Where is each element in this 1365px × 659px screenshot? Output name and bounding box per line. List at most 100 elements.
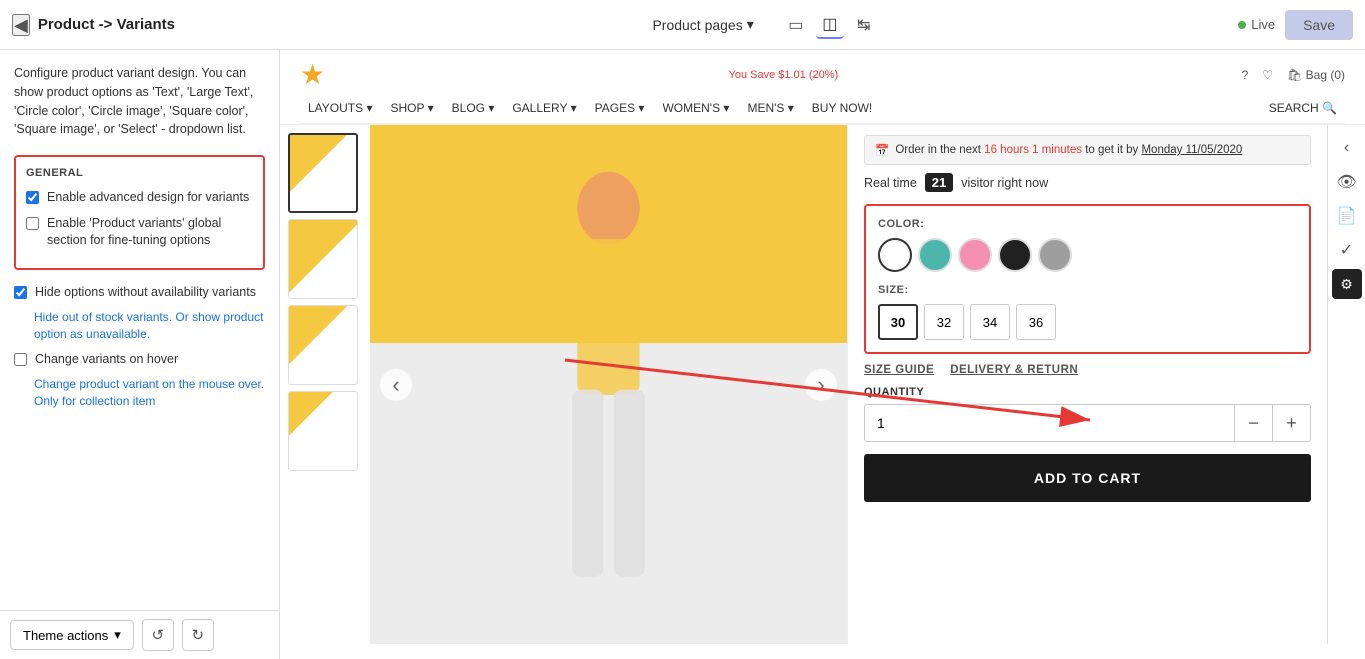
hide-options-row: Hide options without availability varian… [14,284,265,343]
theme-actions-dropdown-icon: ▾ [114,627,121,643]
top-bar-left: ◀ Product -> Variants [12,14,292,36]
global-section-label: Enable 'Product variants' global section… [47,215,253,250]
toggle-panel-icon[interactable]: ‹ [1332,133,1362,163]
delivery-date: Monday 11/05/2020 [1141,144,1242,156]
nav-pages[interactable]: PAGES ▾ [587,97,653,119]
device-icons: ▭ ◫ ↹ [782,11,878,39]
canvas-frame: ★ You Save $1.01 (20%) ? ♡ 🛍 Bag (0) LAY… [280,50,1365,659]
sidebar-bottom: Theme actions ▾ ↺ ↻ [0,610,279,659]
wishlist-icon[interactable]: ♡ [1262,68,1273,82]
page-icon[interactable]: 📄 [1332,201,1362,231]
desktop-icon[interactable]: ◫ [816,11,844,39]
thumbnail-4[interactable] [288,391,358,471]
realtime-label: Real time [864,176,917,190]
delivery-return-link[interactable]: DELIVERY & RETURN [950,364,1078,376]
product-pages-dropdown[interactable]: Product pages ▾ [652,16,753,33]
variant-box: COLOR: SIZE: 30 32 34 [864,204,1311,354]
change-variants-label: Change variants on hover [35,351,178,369]
settings-icon[interactable]: ⚙ [1332,269,1362,299]
size-label: SIZE: [878,284,1297,296]
redo-button[interactable]: ↻ [182,619,214,651]
calendar-icon: 📅 [875,143,889,157]
theme-actions-label: Theme actions [23,628,108,643]
change-subtext: Change product variant on the mouse over… [34,376,265,410]
checkbox-row-2: Enable 'Product variants' global section… [26,215,253,250]
mobile-icon[interactable]: ▭ [782,11,810,39]
top-bar: ◀ Product -> Variants Product pages ▾ ▭ … [0,0,1365,50]
right-panel: ‹ 👁 📄 ✓ ⚙ [1327,125,1365,644]
nav-shop[interactable]: SHOP ▾ [382,97,441,119]
quantity-increase[interactable]: + [1272,405,1310,441]
size-34[interactable]: 34 [970,304,1010,340]
hide-options-checkbox[interactable] [14,286,27,299]
add-to-cart-button[interactable]: ADD TO CART [864,454,1311,502]
thumbnail-2[interactable] [288,219,358,299]
nav-layouts[interactable]: LAYOUTS ▾ [300,97,380,119]
global-section-checkbox[interactable] [26,217,39,230]
hide-options-label: Hide options without availability varian… [35,284,256,302]
sidebar: Configure product variant design. You ca… [0,50,280,659]
general-label: GENERAL [26,167,253,179]
nav-gallery[interactable]: GALLERY ▾ [504,97,584,119]
save-button[interactable]: Save [1285,10,1353,40]
eye-icon[interactable]: 👁 [1332,167,1362,197]
back-button[interactable]: ◀ [12,14,30,36]
nav-search[interactable]: SEARCH 🔍 [1261,97,1345,119]
quantity-decrease[interactable]: − [1234,405,1272,441]
size-30[interactable]: 30 [878,304,918,340]
thumbnail-3[interactable] [288,305,358,385]
bag-label: Bag (0) [1306,68,1345,82]
nav-mens[interactable]: MEN'S ▾ [739,97,801,119]
nav-buynow[interactable]: BUY NOW! [804,97,880,119]
checkbox-row-1: Enable advanced design for variants [26,189,253,207]
check-icon[interactable]: ✓ [1332,235,1362,265]
product-thumbnails [280,125,370,644]
bag-icon[interactable]: 🛍 Bag (0) [1287,68,1345,82]
size-options: 30 32 34 36 [878,304,1297,340]
quantity-input[interactable] [865,407,1234,439]
delivery-banner: 📅 Order in the next 16 hours 1 minutes t… [864,135,1311,165]
store-promo: You Save $1.01 (20%) [325,69,1242,81]
delivery-time: 16 hours 1 minutes [984,144,1082,156]
sidebar-description: Configure product variant design. You ca… [14,64,265,139]
change-variants-checkbox[interactable] [14,353,27,366]
color-label: COLOR: [878,218,1297,230]
help-icon[interactable]: ? [1242,68,1249,82]
thumbnail-1[interactable] [288,133,358,213]
enable-advanced-checkbox[interactable] [26,191,39,204]
enable-advanced-label: Enable advanced design for variants [47,189,249,207]
store-logo: ★ [300,58,325,91]
color-swatch-black[interactable] [998,238,1032,272]
breadcrumb-title: Product -> Variants [38,16,175,33]
live-label: Live [1251,17,1275,32]
nav-blog[interactable]: BLOG ▾ [444,97,503,119]
top-bar-center: Product pages ▾ ▭ ◫ ↹ [302,11,1228,39]
next-image-button[interactable]: › [805,369,837,401]
general-section: GENERAL Enable advanced design for varia… [14,155,265,270]
theme-actions-button[interactable]: Theme actions ▾ [10,620,134,650]
color-swatch-teal[interactable] [918,238,952,272]
color-swatch-pink[interactable] [958,238,992,272]
size-guide-link[interactable]: SIZE GUIDE [864,364,934,376]
main-layout: Configure product variant design. You ca… [0,50,1365,659]
color-swatch-gray[interactable] [1038,238,1072,272]
change-variants-row: Change variants on hover Change product … [14,351,265,410]
size-36[interactable]: 36 [1016,304,1056,340]
canvas-area: ★ You Save $1.01 (20%) ? ♡ 🛍 Bag (0) LAY… [280,50,1365,659]
size-32[interactable]: 32 [924,304,964,340]
store-icons: ? ♡ 🛍 Bag (0) [1242,68,1345,82]
realtime-row: Real time 21 visitor right now [864,173,1311,192]
product-image-visual [370,125,847,644]
widescreen-icon[interactable]: ↹ [850,11,878,39]
store-top-row: ★ You Save $1.01 (20%) ? ♡ 🛍 Bag (0) [300,58,1345,91]
sidebar-content: Configure product variant design. You ca… [0,50,279,610]
nav-womens[interactable]: WOMEN'S ▾ [654,97,737,119]
hide-subtext: Hide out of stock variants. Or show prod… [34,309,265,343]
live-indicator: Live [1238,17,1275,32]
product-info-panel: 📅 Order in the next 16 hours 1 minutes t… [847,125,1327,644]
undo-button[interactable]: ↺ [142,619,174,651]
color-swatch-white[interactable] [878,238,912,272]
product-svg [370,125,847,644]
prev-image-button[interactable]: ‹ [380,369,412,401]
store-nav: LAYOUTS ▾ SHOP ▾ BLOG ▾ GALLERY ▾ PAGES … [300,97,1345,124]
